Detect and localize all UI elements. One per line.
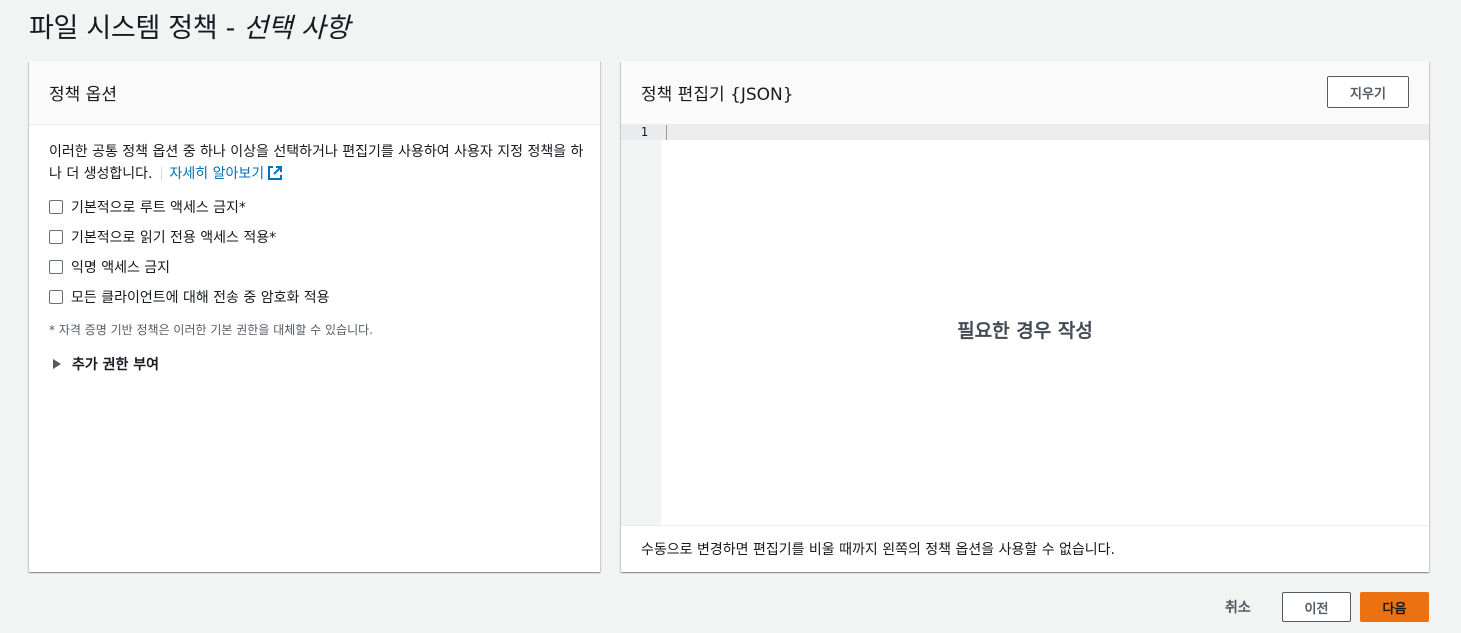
policy-editor-panel: 정책 편집기 {JSON} 지우기 1 필요한 경우 작성 수동으로 변경하면 … <box>621 61 1429 572</box>
checkbox-prevent-anonymous-access[interactable]: 익명 액세스 금지 <box>49 257 170 277</box>
editor-placeholder: 필요한 경우 작성 <box>957 320 1093 342</box>
policy-editor-header: 정책 편집기 {JSON} 지우기 <box>621 61 1429 124</box>
line-number: 1 <box>621 124 661 140</box>
checkbox-label: 기본적으로 읽기 전용 액세스 적용* <box>71 230 277 246</box>
checkbox-label: 모든 클라이언트에 대해 전송 중 암호화 적용 <box>71 290 330 306</box>
next-button[interactable]: 다음 <box>1360 592 1429 622</box>
json-editor[interactable]: 1 필요한 경우 작성 <box>621 124 1429 525</box>
policy-options-title: 정책 옵션 <box>49 85 117 105</box>
policy-footnote: * 자격 증명 기반 정책은 이러한 기본 권한을 대체할 수 있습니다. <box>49 323 373 337</box>
page-title-main: 파일 시스템 정책 - <box>29 13 244 44</box>
cancel-button[interactable]: 취소 <box>1225 597 1251 617</box>
previous-button[interactable]: 이전 <box>1282 592 1351 622</box>
checkbox-prevent-root-access[interactable]: 기본적으로 루트 액세스 금지* <box>49 197 246 217</box>
text-cursor <box>666 125 667 140</box>
clear-button[interactable]: 지우기 <box>1327 76 1409 108</box>
checkbox-box[interactable] <box>49 230 63 244</box>
external-link-icon <box>268 166 283 180</box>
checkbox-box[interactable] <box>49 200 63 214</box>
learn-more-label: 자세히 알아보기 <box>169 166 265 182</box>
active-line-highlight <box>661 124 1429 140</box>
policy-editor-title: 정책 편집기 {JSON} <box>641 85 794 105</box>
policy-options-description: 이러한 공통 정책 옵션 중 하나 이상을 선택하거나 편집기를 사용하여 사용… <box>49 141 584 185</box>
expander-label: 추가 권한 부여 <box>72 357 160 373</box>
checkbox-label: 기본적으로 루트 액세스 금지* <box>71 200 246 216</box>
checkbox-label: 익명 액세스 금지 <box>71 260 171 276</box>
editor-note: 수동으로 변경하면 편집기를 비울 때까지 왼쪽의 정책 옵션을 사용할 수 없… <box>641 542 1115 558</box>
page-title-optional: 선택 사항 <box>243 13 350 44</box>
checkbox-box[interactable] <box>49 290 63 304</box>
description-divider <box>160 167 162 181</box>
policy-options-header: 정책 옵션 <box>29 61 600 125</box>
caret-right-icon <box>53 359 61 369</box>
learn-more-link[interactable]: 자세히 알아보기 <box>170 166 284 182</box>
grant-additional-permissions-expander[interactable]: 추가 권한 부여 <box>53 354 159 374</box>
editor-divider <box>621 525 1429 526</box>
checkbox-enforce-in-transit-encryption[interactable]: 모든 클라이언트에 대해 전송 중 암호화 적용 <box>49 287 330 307</box>
page-title: 파일 시스템 정책 - 선택 사항 <box>29 6 350 45</box>
checkbox-read-only-access[interactable]: 기본적으로 읽기 전용 액세스 적용* <box>49 227 276 247</box>
description-text: 이러한 공통 정책 옵션 중 하나 이상을 선택하거나 편집기를 사용하여 사용… <box>49 144 584 182</box>
policy-options-panel: 정책 옵션 이러한 공통 정책 옵션 중 하나 이상을 선택하거나 편집기를 사… <box>29 61 600 572</box>
checkbox-box[interactable] <box>49 260 63 274</box>
